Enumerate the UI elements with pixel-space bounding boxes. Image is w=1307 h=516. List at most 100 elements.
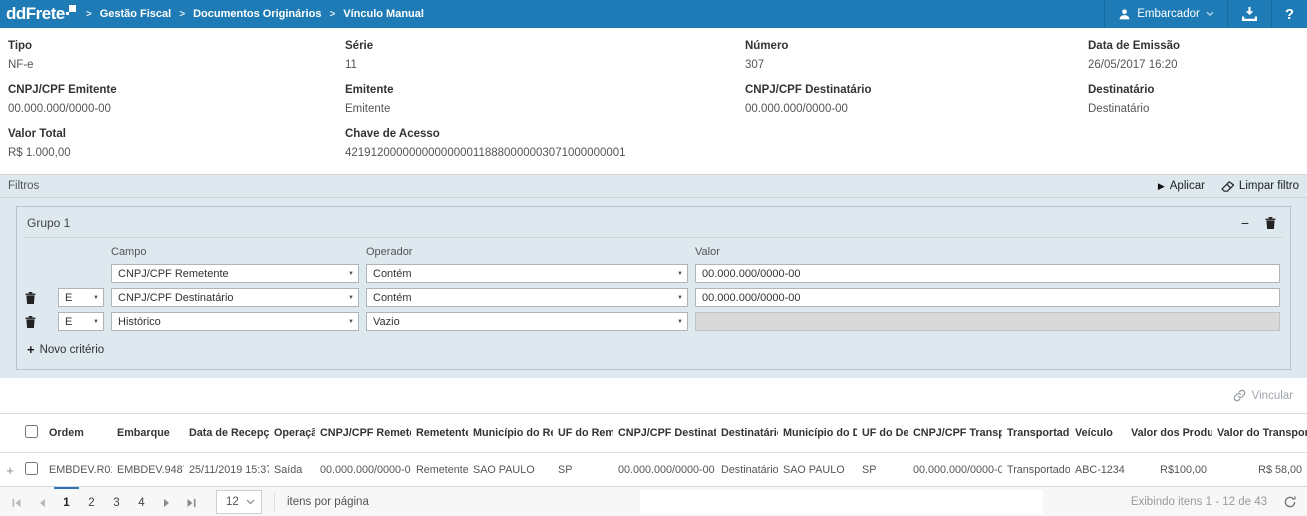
field-destinatario: Destinatário Destinatário: [1088, 80, 1307, 118]
expand-row-icon[interactable]: +: [0, 453, 20, 488]
field-tipo: Tipo NF-e: [8, 36, 345, 74]
topbar-actions: Embarcador ?: [1104, 0, 1307, 28]
filters-section: Filtros ▶ Aplicar Limpar filtro Grupo 1 …: [0, 175, 1307, 378]
header-municipio-dest[interactable]: Município do De...: [778, 414, 857, 453]
campo-select-3[interactable]: Histórico▼: [111, 312, 359, 331]
delete-criterion-3-button[interactable]: [25, 316, 51, 328]
cell-cnpj-transportador: 00.000.000/0000-00: [908, 453, 1002, 488]
filters-actions: ▶ Aplicar Limpar filtro: [1158, 180, 1299, 192]
campo-select-2[interactable]: CNPJ/CPF Destinatário▼: [111, 288, 359, 307]
last-page-button[interactable]: [179, 487, 204, 516]
page-size-select[interactable]: 12: [216, 490, 262, 514]
minus-icon: −: [1241, 216, 1249, 230]
details-row-2: CNPJ/CPF Emitente 00.000.000/0000-00 Emi…: [8, 80, 1307, 118]
download-button[interactable]: [1227, 0, 1271, 28]
pagination-bar: 1 2 3 4 12 itens por página Exibindo ite…: [0, 486, 1307, 516]
operador-select-1[interactable]: Contém ▼: [366, 264, 688, 283]
select-arrow-icon: ▼: [348, 295, 354, 301]
help-button[interactable]: ?: [1271, 0, 1307, 28]
conjunction-select-2[interactable]: E▼: [58, 288, 104, 307]
next-page-button[interactable]: [154, 487, 179, 516]
page-button-4[interactable]: 4: [129, 487, 154, 516]
header-veiculo[interactable]: Veículo: [1070, 414, 1126, 453]
field-value: Emitente: [345, 99, 745, 118]
table-row[interactable]: + EMBDEV.R01_13 EMBDEV.94877 25/11/2019 …: [0, 453, 1307, 488]
header-expand: [0, 414, 20, 453]
campo-select-1[interactable]: CNPJ/CPF Remetente▼: [111, 264, 359, 283]
download-icon: [1241, 7, 1258, 22]
header-remetente[interactable]: Remetente: [411, 414, 468, 453]
header-cnpj-destinatario[interactable]: CNPJ/CPF Destinatário: [613, 414, 716, 453]
breadcrumb-separator-icon: >: [179, 9, 185, 20]
header-uf-dest[interactable]: UF do De...: [857, 414, 908, 453]
header-cnpj-transportador[interactable]: CNPJ/CPF Transpor...: [908, 414, 1002, 453]
header-cnpj-remetente[interactable]: CNPJ/CPF Remetente: [315, 414, 411, 453]
field-numero: Número 307: [745, 36, 1088, 74]
collapse-group-button[interactable]: −: [1241, 216, 1249, 230]
cell-destinatario: Destinatário: [716, 453, 778, 488]
valor-input-2[interactable]: [695, 288, 1280, 307]
header-operacao[interactable]: Operação: [269, 414, 315, 453]
delete-criterion-2-button[interactable]: [25, 292, 51, 304]
header-embarque[interactable]: Embarque: [112, 414, 184, 453]
refresh-button[interactable]: [1283, 495, 1297, 509]
operador-select-2-value: Contém: [373, 292, 412, 304]
vincular-button[interactable]: Vincular: [1233, 389, 1293, 402]
page-button-1[interactable]: 1: [54, 487, 79, 516]
breadcrumb-gestao-fiscal[interactable]: Gestão Fiscal: [100, 8, 172, 20]
page-button-3[interactable]: 3: [104, 487, 129, 516]
cell-cnpj-remetente: 00.000.000/0000-00: [315, 453, 411, 488]
play-icon: ▶: [1158, 181, 1165, 192]
filter-group-title: Grupo 1: [27, 216, 70, 230]
clear-filter-button[interactable]: Limpar filtro: [1221, 180, 1299, 192]
conjunction-select-3[interactable]: E▼: [58, 312, 104, 331]
header-destinatario[interactable]: Destinatário: [716, 414, 778, 453]
campo-select-3-value: Histórico: [118, 316, 161, 328]
row-checkbox[interactable]: [25, 462, 38, 475]
chevron-down-icon: [1206, 11, 1214, 17]
field-label: Tipo: [8, 36, 345, 55]
plus-icon: +: [27, 342, 35, 357]
user-icon: [1118, 8, 1131, 21]
page-button-2[interactable]: 2: [79, 487, 104, 516]
cell-transportador: Transportador: [1002, 453, 1070, 488]
breadcrumb-documentos-originarios[interactable]: Documentos Originários: [193, 8, 321, 20]
header-municipio-rem[interactable]: Município do Re...: [468, 414, 553, 453]
select-all-checkbox[interactable]: [25, 425, 38, 438]
header-transportador[interactable]: Transportador: [1002, 414, 1070, 453]
cell-data-recepcao: 25/11/2019 15:37: [184, 453, 269, 488]
delete-group-button[interactable]: [1265, 217, 1276, 229]
field-value: NF-e: [8, 55, 345, 74]
cell-embarque: EMBDEV.94877: [112, 453, 184, 488]
header-valor-produtos[interactable]: Valor dos Produtos: [1126, 414, 1212, 453]
operador-select-1-value: Contém: [373, 268, 412, 280]
field-label: CNPJ/CPF Emitente: [8, 80, 345, 99]
header-ordem[interactable]: Ordem: [44, 414, 112, 453]
first-page-button[interactable]: [4, 487, 29, 516]
breadcrumb-vinculo-manual[interactable]: Vínculo Manual: [343, 8, 424, 20]
header-valor-transporte[interactable]: Valor do Transporte: [1212, 414, 1307, 453]
field-label: Chave de Acesso: [345, 124, 1307, 143]
operador-select-2[interactable]: Contém▼: [366, 288, 688, 307]
top-bar: ddFrete > Gestão Fiscal > Documentos Ori…: [0, 0, 1307, 28]
vincular-strip: Vincular: [0, 378, 1307, 414]
cell-municipio-rem: SAO PAULO: [468, 453, 553, 488]
new-criterion-button[interactable]: + Novo critério: [25, 331, 1282, 369]
field-cnpj-destinatario: CNPJ/CPF Destinatário 00.000.000/0000-00: [745, 80, 1088, 118]
row-select-cell: [20, 453, 44, 488]
apply-filter-button[interactable]: ▶ Aplicar: [1158, 180, 1205, 192]
logo-text: ddFrete: [6, 2, 65, 26]
field-value: 4219120000000000000011888000000307100000…: [345, 143, 1307, 162]
refresh-icon: [1283, 495, 1297, 509]
header-uf-rem[interactable]: UF do Rem...: [553, 414, 613, 453]
header-data-recepcao[interactable]: Data de Recepção: [184, 414, 269, 453]
operador-select-3[interactable]: Vazio▼: [366, 312, 688, 331]
select-arrow-icon: ▼: [677, 271, 683, 277]
previous-page-button[interactable]: [29, 487, 54, 516]
details-row-1: Tipo NF-e Série 11 Número 307 Data de Em…: [8, 36, 1307, 74]
valor-input-1[interactable]: [695, 264, 1280, 283]
field-label: Destinatário: [1088, 80, 1307, 99]
field-value: 11: [345, 55, 745, 74]
user-menu[interactable]: Embarcador: [1104, 0, 1227, 28]
filters-bar: Filtros ▶ Aplicar Limpar filtro: [0, 175, 1307, 198]
